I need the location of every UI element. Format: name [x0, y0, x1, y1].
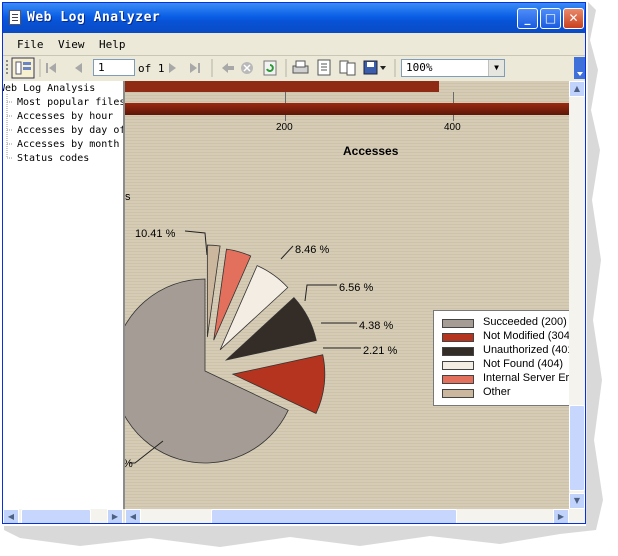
torn-edge-shadow: [4, 2, 603, 547]
